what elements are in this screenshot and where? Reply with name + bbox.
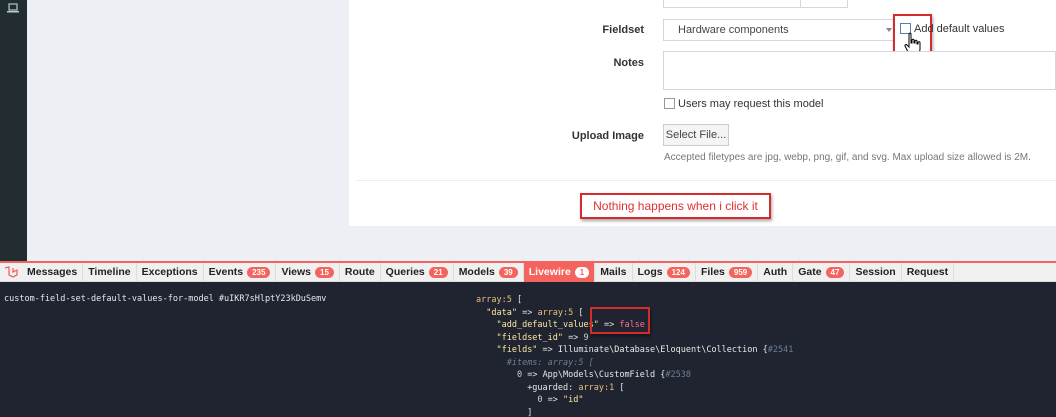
tab-timeline[interactable]: Timeline: [83, 262, 137, 282]
tab-count-badge: 959: [728, 266, 753, 278]
tab-label: Events: [208, 266, 244, 278]
tab-models[interactable]: Models 39: [454, 262, 524, 282]
dump-class: Illuminate\Database\Eloquent\Collection: [557, 345, 758, 355]
dump-line: 0 => App\Models\CustomField {#2538: [516, 370, 691, 380]
tab-exceptions[interactable]: Exceptions: [137, 262, 204, 282]
fieldset-select[interactable]: Hardware components: [663, 19, 895, 41]
tab-session[interactable]: Session: [850, 262, 902, 282]
fieldset-label: Fieldset: [602, 24, 644, 36]
dump-ref[interactable]: #2538: [665, 370, 691, 380]
tab-events[interactable]: Events 235: [204, 262, 277, 282]
tab-list: Messages Timeline Exceptions Events 235 Views…: [22, 262, 955, 282]
highlight-box-false: [590, 307, 650, 334]
tab-files[interactable]: Files 959: [696, 262, 759, 282]
tab-count-badge: 39: [498, 266, 518, 278]
notes-textarea[interactable]: [663, 51, 1056, 90]
tab-messages[interactable]: Messages: [22, 262, 84, 282]
tab-label: Views: [281, 266, 312, 278]
dump-ref[interactable]: #2541: [768, 345, 794, 355]
dump-key: 0: [537, 395, 543, 405]
fieldset-select-value: Hardware components: [678, 24, 789, 36]
dump-value: 9: [583, 332, 589, 343]
tab-label: Auth: [763, 266, 788, 278]
panel-footer-gap: [349, 226, 1056, 261]
tab-label: Models: [458, 266, 495, 278]
tab-queries[interactable]: Queries 21: [381, 262, 454, 282]
tab-count-badge: 1: [574, 266, 590, 278]
tab-label: Messages: [27, 266, 78, 278]
debugbar: Messages Timeline Exceptions Events 235 Views…: [0, 261, 1056, 417]
partial-input-above[interactable]: [663, 0, 848, 8]
dump-line: array:5 [: [476, 295, 523, 305]
tab-label: Exceptions: [141, 266, 198, 278]
dump-line: ]: [476, 407, 793, 417]
form-divider: [356, 180, 1056, 181]
dump-key: "fieldset_id": [496, 332, 564, 343]
tab-count-badge: 124: [666, 266, 690, 278]
dump-class: App\Models\CustomField: [542, 370, 656, 380]
tab-label: Route: [344, 266, 375, 278]
tab-label: Mails: [600, 266, 627, 278]
content-background: [27, 0, 349, 261]
tab-label: Request: [906, 266, 949, 278]
chevron-down-icon: [886, 28, 892, 32]
annotation-callout: Nothing happens when i click it: [580, 193, 771, 219]
tab-count-badge: 47: [825, 266, 845, 278]
add-default-values-label[interactable]: Add default values: [914, 23, 1005, 35]
requestable-label[interactable]: Users may request this model: [678, 98, 824, 110]
tab-logs[interactable]: Logs 124: [633, 262, 696, 282]
dump-key: "data": [486, 307, 517, 318]
tab-label: Session: [855, 266, 896, 278]
dump-line: +guarded: array:1 [: [527, 382, 625, 393]
dump-key: "fields": [496, 345, 538, 355]
debugbar-tabs: Messages Timeline Exceptions Events 235 Views…: [0, 261, 1056, 282]
tab-views[interactable]: Views 15: [276, 262, 340, 282]
dump-items[interactable]: #items: array:5 [: [507, 358, 594, 368]
laravel-logo-icon[interactable]: [0, 263, 22, 282]
dump-bracket: ]: [527, 407, 533, 417]
livewire-component-name: custom-field-set-default-values-for-mode…: [4, 294, 327, 304]
select-file-button[interactable]: Select File...: [663, 124, 729, 146]
tab-label: Queries: [385, 266, 425, 278]
tab-label: Timeline: [88, 266, 131, 278]
sidebar: [0, 0, 27, 261]
requestable-checkbox[interactable]: [664, 98, 675, 109]
dump-key: +guarded:: [527, 382, 574, 393]
dump-key: "add_default_values": [496, 320, 599, 330]
dump-line: #items: array:5 [: [476, 357, 793, 370]
tab-request[interactable]: Request: [902, 262, 955, 282]
tab-route[interactable]: Route: [340, 262, 381, 282]
tab-label: Livewire: [528, 266, 571, 278]
tab-count-badge: 235: [247, 266, 271, 278]
dump-value: "id": [563, 395, 584, 405]
laptop-icon[interactable]: [7, 3, 19, 13]
dump-type[interactable]: array:5: [476, 295, 512, 305]
tab-label: Logs: [637, 266, 663, 278]
tab-gate[interactable]: Gate 47: [793, 262, 851, 282]
tab-auth[interactable]: Auth: [758, 262, 794, 282]
upload-image-label: Upload Image: [571, 130, 644, 142]
dump-key: 0: [516, 370, 523, 380]
tab-label: Gate: [798, 266, 822, 278]
tab-label: Files: [700, 266, 725, 278]
tab-count-badge: 15: [315, 266, 334, 278]
tab-mails[interactable]: Mails: [595, 262, 633, 282]
dump-line: "fields" => Illuminate\Database\Eloquent…: [496, 345, 794, 355]
tab-livewire[interactable]: Livewire 1: [523, 262, 596, 282]
dump-type[interactable]: array:1: [578, 383, 614, 393]
dump-line: 0 => "id": [537, 395, 584, 405]
dump-type[interactable]: array:5: [537, 308, 573, 318]
upload-help-text: Accepted filetypes are jpg, webp, png, g…: [664, 152, 1031, 163]
notes-label: Notes: [613, 57, 644, 69]
tab-count-badge: 21: [428, 266, 448, 278]
